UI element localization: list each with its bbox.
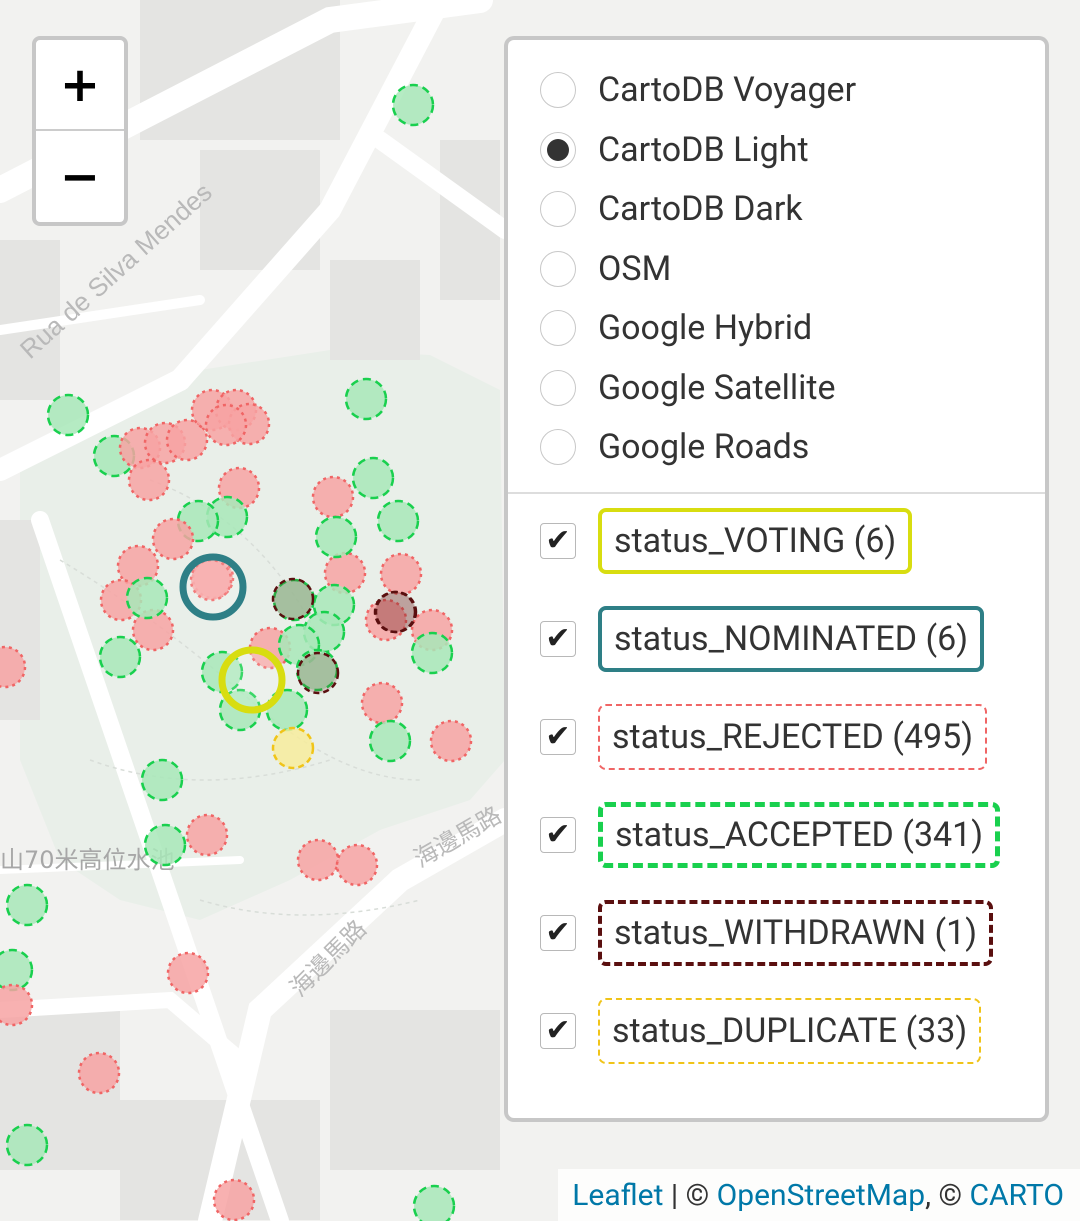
base-layer-cartodb-dark[interactable]: CartoDB Dark [540, 189, 803, 229]
overlay-status-accepted[interactable]: ✔ status_ACCEPTED (341) [540, 800, 1001, 870]
base-layer-label: Google Satellite [598, 368, 836, 408]
map-marker[interactable] [77, 1051, 121, 1095]
overlay-status-nominated[interactable]: ✔ status_NOMINATED (6) [540, 604, 985, 674]
zoom-in-button[interactable]: + [36, 40, 124, 131]
map-marker[interactable] [376, 499, 420, 543]
map-attribution: Leaflet | © OpenStreetMap , © CARTO [558, 1169, 1080, 1221]
map-marker[interactable] [185, 813, 229, 857]
map-marker[interactable] [351, 456, 395, 500]
status-accepted-label: status_ACCEPTED (341) [598, 802, 1001, 868]
base-layer-cartodb-light[interactable]: CartoDB Light [540, 130, 809, 170]
base-layer-label: Google Roads [598, 427, 810, 467]
map-marker[interactable] [296, 838, 340, 882]
map-marker[interactable] [410, 631, 454, 675]
nominated-marker[interactable] [179, 553, 247, 621]
map-marker[interactable] [344, 377, 388, 421]
map-marker[interactable] [296, 651, 340, 695]
checkbox-status-rejected[interactable]: ✔ [540, 719, 576, 755]
base-layer-google-satellite[interactable]: Google Satellite [540, 368, 836, 408]
radio-cartodb-dark[interactable] [540, 191, 576, 227]
status-duplicate-label: status_DUPLICATE (33) [598, 998, 982, 1064]
base-layer-label: CartoDB Voyager [598, 70, 857, 110]
status-withdrawn-label: status_WITHDRAWN (1) [598, 900, 994, 966]
map-marker[interactable] [212, 1178, 256, 1221]
base-layer-cartodb-voyager[interactable]: CartoDB Voyager [540, 70, 856, 110]
layers-control: CartoDB Voyager CartoDB Light CartoDB Da… [504, 36, 1049, 1122]
map-marker[interactable] [314, 515, 358, 559]
overlay-status-duplicate[interactable]: ✔ status_DUPLICATE (33) [540, 996, 982, 1066]
radio-google-roads[interactable] [540, 429, 576, 465]
map-marker[interactable] [373, 590, 417, 634]
overlay-status-rejected[interactable]: ✔ status_REJECTED (495) [540, 702, 988, 772]
zoom-out-button[interactable]: − [36, 131, 124, 222]
base-layer-google-roads[interactable]: Google Roads [540, 427, 809, 467]
base-layer-google-hybrid[interactable]: Google Hybrid [540, 308, 812, 348]
map-marker[interactable] [311, 475, 355, 519]
map-marker[interactable] [5, 1123, 49, 1167]
map-marker[interactable] [271, 726, 315, 770]
map-marker[interactable] [143, 823, 187, 867]
map-marker[interactable] [379, 552, 423, 596]
radio-cartodb-voyager[interactable] [540, 72, 576, 108]
map-marker[interactable] [335, 843, 379, 887]
checkbox-status-withdrawn[interactable]: ✔ [540, 915, 576, 951]
overlay-status-withdrawn[interactable]: ✔ status_WITHDRAWN (1) [540, 898, 994, 968]
map-marker[interactable] [429, 719, 473, 763]
checkbox-status-duplicate[interactable]: ✔ [540, 1013, 576, 1049]
checkbox-status-nominated[interactable]: ✔ [540, 621, 576, 657]
checkbox-status-voting[interactable]: ✔ [540, 523, 576, 559]
map-marker[interactable] [151, 517, 195, 561]
leaflet-link[interactable]: Leaflet [572, 1178, 663, 1213]
base-layer-label: OSM [598, 249, 672, 289]
map-marker[interactable] [412, 1184, 456, 1221]
map-marker[interactable] [271, 577, 315, 621]
base-layer-label: CartoDB Dark [598, 189, 803, 229]
map-marker[interactable] [391, 83, 435, 127]
map-marker[interactable] [368, 719, 412, 763]
base-layer-osm[interactable]: OSM [540, 249, 671, 289]
radio-google-hybrid[interactable] [540, 310, 576, 346]
map-marker[interactable] [204, 403, 248, 447]
zoom-control: + − [32, 36, 128, 226]
radio-cartodb-light[interactable] [540, 132, 576, 168]
attribution-separator-2: , © [925, 1177, 970, 1213]
overlay-status-voting[interactable]: ✔ status_VOTING (6) [540, 506, 913, 576]
status-nominated-label: status_NOMINATED (6) [598, 606, 985, 672]
map-marker[interactable] [166, 951, 210, 995]
map-marker[interactable] [360, 681, 404, 725]
map-marker[interactable] [98, 635, 142, 679]
carto-link[interactable]: CARTO [969, 1178, 1064, 1213]
attribution-separator-1: | © [663, 1177, 717, 1213]
layers-separator [508, 492, 1045, 494]
checkbox-status-accepted[interactable]: ✔ [540, 817, 576, 853]
map-marker[interactable] [0, 948, 34, 992]
status-rejected-label: status_REJECTED (495) [598, 704, 988, 770]
radio-google-satellite[interactable] [540, 370, 576, 406]
map-marker[interactable] [140, 758, 184, 802]
map-marker[interactable] [5, 883, 49, 927]
map-marker[interactable] [125, 576, 169, 620]
map-marker[interactable] [46, 393, 90, 437]
voting-marker[interactable] [218, 646, 286, 714]
base-layer-label: CartoDB Light [598, 130, 809, 170]
status-voting-label: status_VOTING (6) [598, 508, 913, 574]
radio-osm[interactable] [540, 251, 576, 287]
base-layer-label: Google Hybrid [598, 308, 813, 348]
map-marker[interactable] [127, 458, 171, 502]
openstreetmap-link[interactable]: OpenStreetMap [717, 1178, 925, 1213]
